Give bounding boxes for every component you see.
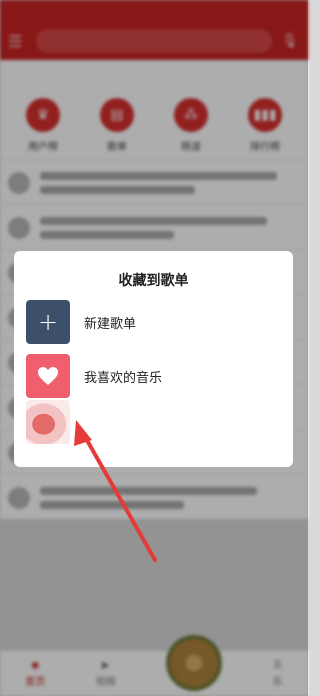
liked-music-label: 我喜欢的音乐 (84, 370, 163, 386)
new-playlist-label: 新建歌单 (84, 316, 137, 332)
heart-icon (26, 354, 70, 398)
new-playlist-item[interactable]: + 新建歌单 (26, 300, 282, 344)
plus-icon: + (26, 300, 70, 344)
playlist-item[interactable] (26, 400, 282, 444)
dialog-title: 收藏到歌单 (118, 273, 189, 289)
liked-music-item[interactable]: 我喜欢的音乐 (26, 354, 282, 398)
playlist-cover (26, 400, 70, 444)
